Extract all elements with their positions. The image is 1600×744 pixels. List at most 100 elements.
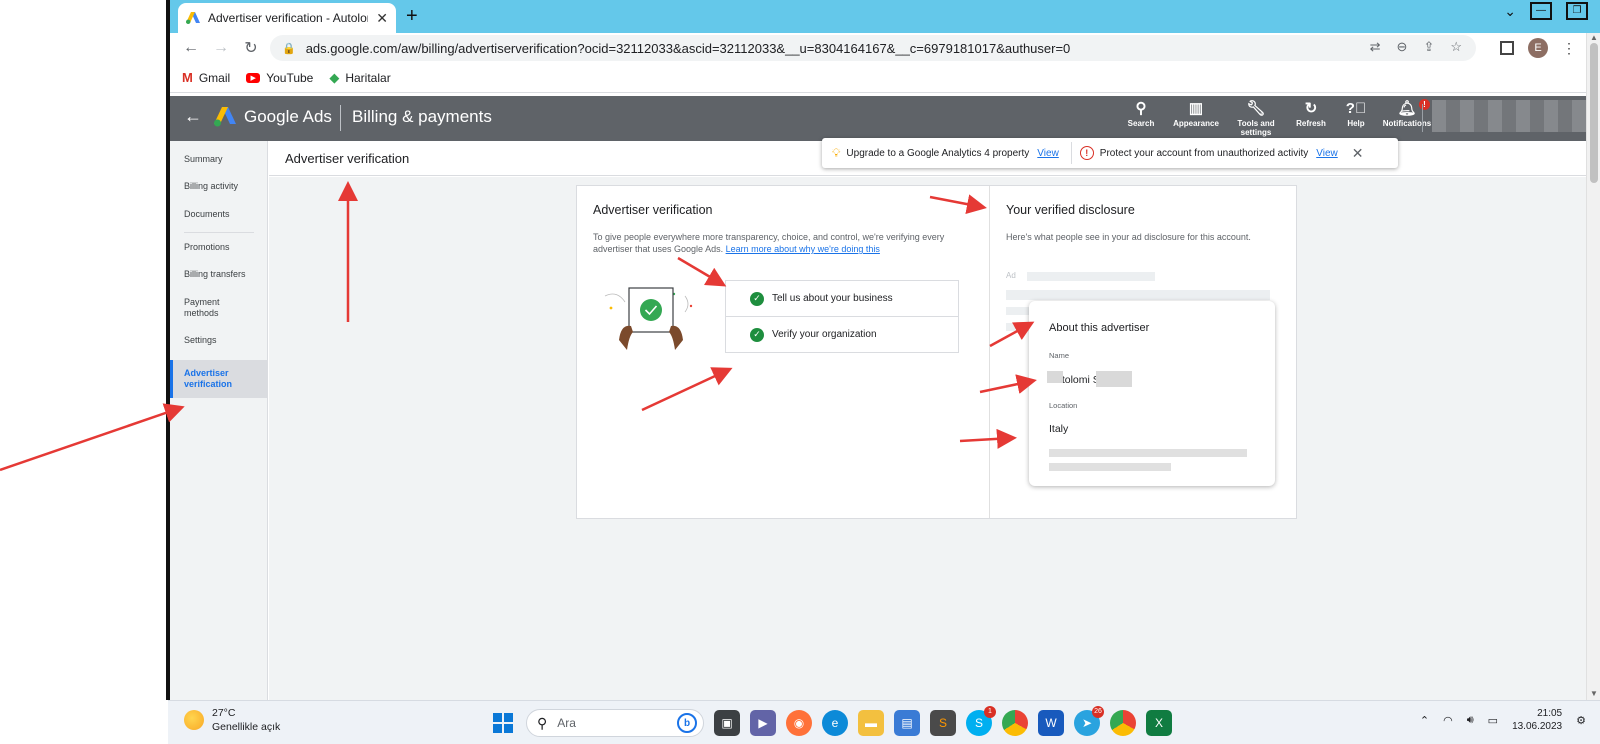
- clock[interactable]: 21:05 13.06.2023: [1512, 707, 1562, 733]
- bing-icon[interactable]: b: [677, 713, 697, 733]
- sidebar-item-billing-transfers[interactable]: Billing transfers: [170, 269, 268, 280]
- new-tab-button[interactable]: +: [406, 5, 418, 28]
- notification-banner: 💡︎ Upgrade to a Google Analytics 4 prope…: [822, 138, 1398, 168]
- reload-icon[interactable]: ↻: [236, 38, 266, 58]
- gmail-icon: M: [182, 70, 193, 85]
- about-advertiser-title: About this advertiser: [1049, 322, 1150, 334]
- ga4-view-link[interactable]: View: [1037, 148, 1059, 159]
- step-tell-us-about-business[interactable]: ✓ Tell us about your business: [725, 280, 959, 317]
- minimize-button[interactable]: —: [1530, 2, 1552, 20]
- google-ads-logo: [214, 107, 236, 127]
- bookmark-maps[interactable]: ◆ Haritalar: [329, 70, 390, 86]
- action-label: Tools and settings: [1237, 119, 1275, 137]
- zoom-icon[interactable]: ⊖: [1397, 39, 1408, 55]
- chrome-icon[interactable]: [1002, 710, 1028, 736]
- tab-list-chevron-icon[interactable]: ⌄: [1504, 3, 1516, 20]
- start-icon[interactable]: [490, 710, 516, 736]
- step-verify-organization[interactable]: ✓ Verify your organization: [725, 316, 959, 353]
- task-view-icon[interactable]: ▣: [714, 710, 740, 736]
- notifications-action[interactable]: 🔔︎ ! Notifications: [1376, 99, 1438, 137]
- scroll-down-icon[interactable]: ▼: [1590, 689, 1598, 698]
- security-text: Protect your account from unauthorized a…: [1099, 147, 1309, 159]
- tools-action[interactable]: 🔧︎ Tools and settings: [1226, 99, 1286, 137]
- sidebar-item-advertiser-verification[interactable]: Advertiser verification: [170, 360, 268, 398]
- scroll-up-icon[interactable]: ▲: [1590, 33, 1598, 42]
- appearance-icon: ▥: [1188, 100, 1204, 117]
- taskbar-apps: ⚲ Ara b ▣ ▶ ◉ e ▬ ▤ S S1 W ➤ 26 X: [490, 706, 1172, 737]
- taskbar-search[interactable]: ⚲ Ara b: [526, 709, 704, 737]
- learn-more-link[interactable]: Learn more about why we're doing this: [726, 244, 880, 254]
- name-redaction: [1047, 371, 1063, 383]
- sidebar-item-billing-activity[interactable]: Billing activity: [170, 181, 268, 192]
- header-divider: [340, 105, 341, 131]
- help-icon: ?⃝: [1345, 100, 1367, 117]
- sidebar-divider: [184, 232, 254, 233]
- account-info-redacted[interactable]: [1432, 100, 1586, 132]
- volume-icon[interactable]: 🔊︎: [1467, 714, 1474, 727]
- scrollbar-thumb[interactable]: [1590, 43, 1598, 183]
- windows-logo-icon: [493, 713, 513, 733]
- notification-center-icon[interactable]: ⚙: [1576, 714, 1586, 727]
- back-arrow-icon[interactable]: ←: [184, 106, 202, 127]
- location-label: Location: [1049, 401, 1078, 410]
- chrome-profile-icon[interactable]: [1110, 710, 1136, 736]
- sidebar-item-documents[interactable]: Documents: [170, 209, 268, 220]
- file-explorer-icon[interactable]: ▬: [858, 710, 884, 736]
- appearance-action[interactable]: ▥ Appearance: [1166, 99, 1226, 137]
- action-label: Refresh: [1296, 119, 1326, 128]
- profile-avatar[interactable]: E: [1528, 38, 1548, 58]
- sublime-icon[interactable]: S: [930, 710, 956, 736]
- share-icon[interactable]: ⇪: [1423, 39, 1434, 55]
- tab-title: Advertiser verification - Autolomi: [208, 11, 369, 25]
- action-label: Help: [1347, 119, 1365, 128]
- time: 21:05: [1537, 708, 1563, 719]
- sidebar-item-payment-methods[interactable]: Payment methods: [170, 297, 236, 319]
- refresh-action[interactable]: ↻ Refresh: [1286, 99, 1336, 137]
- control-panel-icon[interactable]: ▤: [894, 710, 920, 736]
- window-controls: ⌄ — ❐: [1504, 2, 1588, 20]
- excel-icon[interactable]: X: [1146, 710, 1172, 736]
- help-action[interactable]: ?⃝ Help: [1336, 99, 1376, 137]
- telegram-icon[interactable]: ➤ 26: [1074, 706, 1104, 736]
- firefox-icon[interactable]: ◉: [786, 710, 812, 736]
- wifi-icon[interactable]: ◠: [1443, 714, 1453, 727]
- search-icon: ⚲: [537, 714, 548, 731]
- word-icon[interactable]: W: [1038, 710, 1064, 736]
- banner-divider: [1070, 142, 1072, 164]
- disclosure-subtitle: Here's what people see in your ad disclo…: [1006, 232, 1251, 242]
- back-arrow-icon[interactable]: ←: [176, 39, 206, 57]
- battery-icon[interactable]: ▭: [1488, 714, 1498, 727]
- browser-tab[interactable]: Advertiser verification - Autolomi ✕: [178, 3, 396, 33]
- sidebar-item-settings[interactable]: Settings: [170, 335, 268, 346]
- action-label: Appearance: [1173, 119, 1219, 128]
- sidebar-item-summary[interactable]: Summary: [170, 154, 268, 165]
- sidebar-item-promotions[interactable]: Promotions: [170, 242, 268, 253]
- sidebar-item-label: Advertiser verification: [184, 368, 233, 389]
- ad-preview-line: [1006, 290, 1270, 300]
- ads-header: ← Google Ads Billing & payments ⚲ Search…: [170, 96, 1586, 141]
- sun-icon: [184, 710, 204, 730]
- address-bar[interactable]: 🔒 ads.google.com/aw/billing/advertiserve…: [270, 35, 1476, 61]
- youtube-icon: ▶: [246, 72, 261, 83]
- translate-icon[interactable]: ⇄: [1370, 39, 1381, 55]
- close-icon[interactable]: ✕: [1352, 145, 1364, 162]
- bookmark-star-icon[interactable]: ☆: [1450, 39, 1462, 55]
- teams-chat-icon[interactable]: ▶: [750, 710, 776, 736]
- chevron-up-icon[interactable]: ⌃: [1420, 714, 1429, 727]
- account-divider: [1422, 104, 1423, 132]
- search-action[interactable]: ⚲ Search: [1116, 99, 1166, 137]
- bookmark-youtube[interactable]: ▶ YouTube: [246, 71, 313, 85]
- weather-widget[interactable]: 27°C Genellikle açık: [184, 706, 280, 734]
- lightbulb-icon: 💡︎: [832, 145, 841, 160]
- search-placeholder: Ara: [557, 716, 576, 730]
- tab-close-icon[interactable]: ✕: [376, 10, 388, 27]
- security-view-link[interactable]: View: [1316, 148, 1338, 159]
- forward-arrow-icon[interactable]: →: [206, 39, 236, 57]
- edge-icon[interactable]: e: [822, 710, 848, 736]
- menu-dots-icon[interactable]: ⋮: [1562, 40, 1576, 57]
- page-scrollbar[interactable]: ▲ ▼: [1586, 33, 1600, 700]
- side-panel-icon[interactable]: [1500, 41, 1514, 55]
- restore-button[interactable]: ❐: [1566, 2, 1588, 20]
- bookmark-gmail[interactable]: M Gmail: [182, 70, 230, 85]
- skype-icon[interactable]: S1: [966, 706, 996, 736]
